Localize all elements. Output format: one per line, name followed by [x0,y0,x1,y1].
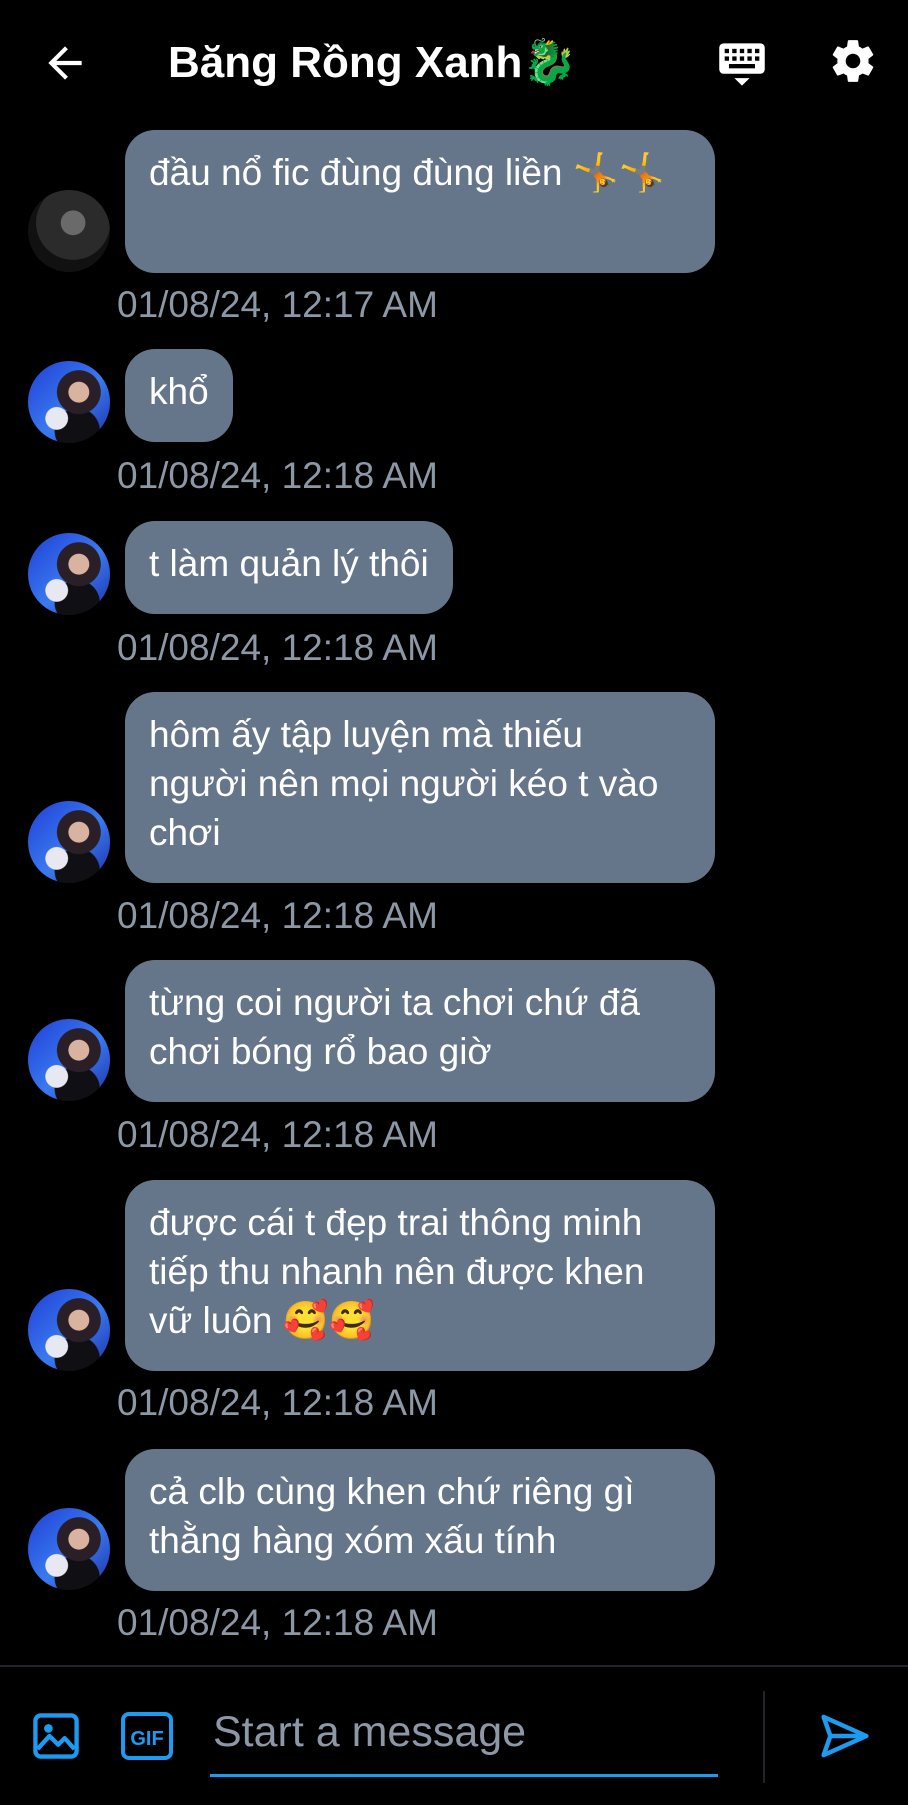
message-bubble[interactable]: t làm quản lý thôi [125,521,453,614]
conversation-title: Băng Rồng Xanh🐉 [168,38,578,87]
message-timestamp: 01/08/24, 12:18 AM [117,1114,438,1155]
arrow-left-icon[interactable] [40,38,90,88]
message-bubble[interactable]: được cái t đẹp trai thông minh tiếp thu … [125,1180,715,1371]
message-timestamp: 01/08/24, 12:18 AM [117,455,438,496]
avatar[interactable] [28,533,110,615]
message-bubble[interactable]: hôm ấy tập luyện mà thiếu người nên mọi … [125,692,715,883]
gif-label: GIF [130,1728,163,1750]
message-timestamp: 01/08/24, 12:18 AM [117,1382,438,1423]
send-icon[interactable] [818,1709,872,1763]
message-composer: GIF [0,1665,908,1805]
message-bubble[interactable]: khổ [125,349,233,442]
message-input[interactable] [210,1691,718,1777]
message-bubble[interactable]: từng coi người ta chơi chứ đã chơi bóng … [125,960,715,1102]
avatar[interactable] [28,801,110,883]
gif-icon[interactable]: GIF [120,1711,174,1761]
message-timestamp: 01/08/24, 12:18 AM [117,1602,438,1643]
avatar[interactable] [28,1508,110,1590]
message-bubble[interactable]: cả clb cùng khen chứ riêng gì thằng hàng… [125,1449,715,1591]
message-timestamp: 01/08/24, 12:18 AM [117,895,438,936]
message-timestamp: 01/08/24, 12:17 AM [117,284,438,325]
top-bar: Băng Rồng Xanh🐉 [0,0,908,124]
message-timestamp: 01/08/24, 12:18 AM [117,627,438,668]
avatar[interactable] [28,1289,110,1371]
composer-divider [763,1691,765,1783]
avatar[interactable] [28,190,110,272]
message-bubble[interactable]: đầu nổ fic đùng đùng liền 🤸🤸 [125,130,715,273]
avatar[interactable] [28,1019,110,1101]
image-icon[interactable] [30,1710,82,1762]
gear-icon[interactable] [828,36,878,86]
avatar[interactable] [28,361,110,443]
keyboard-icon[interactable] [716,38,768,90]
